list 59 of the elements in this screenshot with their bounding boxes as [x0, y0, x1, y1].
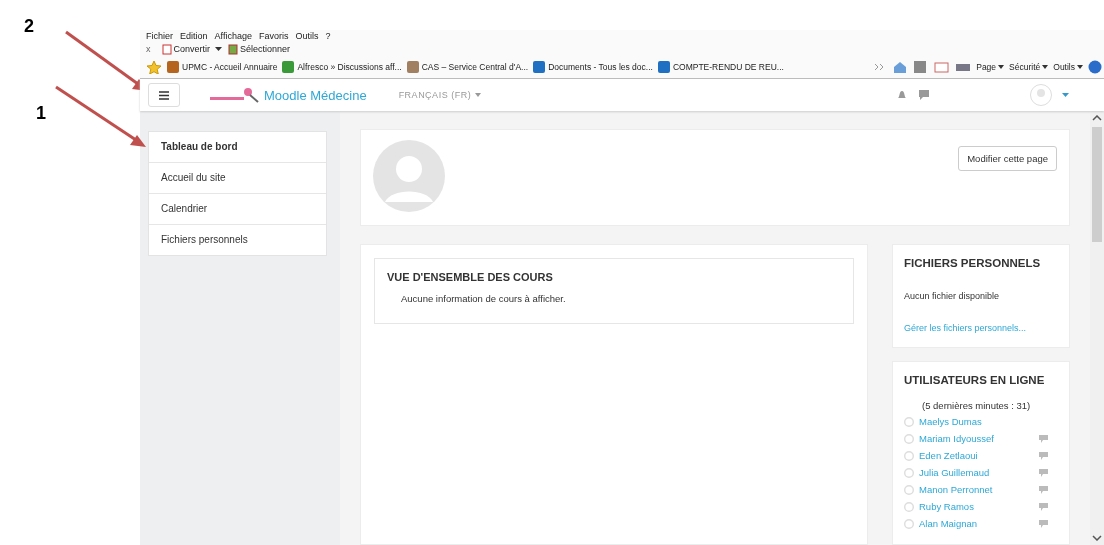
menu-item[interactable]: Affichage [214, 31, 252, 41]
favorite-link[interactable]: COMPTE-RENDU DE REU... [657, 61, 784, 73]
user-icon [904, 467, 914, 478]
favorite-link[interactable]: Documents - Tous les doc... [533, 61, 653, 73]
menu-item[interactable]: Fichier [146, 31, 173, 41]
chevron-up-icon[interactable] [1092, 115, 1102, 121]
caret-icon[interactable] [998, 64, 1005, 70]
menu-button[interactable] [148, 83, 180, 107]
user-icon [904, 484, 914, 495]
menu-item[interactable]: Edition [180, 31, 208, 41]
caret-icon[interactable] [1077, 64, 1083, 70]
message-icon[interactable] [1039, 485, 1048, 494]
convert-button[interactable]: Convertir [161, 43, 210, 55]
message-icon[interactable] [1039, 519, 1048, 528]
message-icon[interactable] [1039, 451, 1048, 460]
block-title: UTILISATEURS EN LIGNE [904, 374, 1046, 386]
sidebar-item[interactable]: Fichiers personnels [149, 224, 326, 255]
favorite-link[interactable]: CAS – Service Central d'A... [406, 61, 529, 73]
message-icon[interactable] [1039, 468, 1048, 477]
panel-title: VUE D'ENSEMBLE DES COURS [387, 271, 554, 283]
edit-page-button[interactable]: Modifier cette page [958, 146, 1057, 171]
annotation-number: 1 [36, 103, 46, 124]
avatar-icon [373, 140, 445, 212]
users-count: (5 dernières minutes : 31) [922, 400, 1032, 411]
caret-icon[interactable] [1042, 64, 1049, 70]
empty-message: Aucun fichier disponible [904, 291, 1001, 301]
menu-item[interactable]: Favoris [258, 31, 289, 41]
user-icon [904, 501, 914, 512]
close-button[interactable]: x [146, 44, 151, 54]
chat-icon[interactable] [918, 89, 930, 101]
sidebar-item[interactable]: Tableau de bord [149, 132, 326, 162]
menu-icon [159, 90, 169, 100]
home-icon[interactable] [892, 60, 909, 74]
select-button[interactable]: Sélectionner [228, 43, 291, 55]
annotation-number: 2 [24, 16, 34, 37]
message-icon[interactable] [1039, 434, 1048, 443]
scroll-thumb[interactable] [1092, 127, 1102, 242]
menu-item[interactable]: Outils [295, 31, 319, 41]
chevron-down-icon[interactable] [1092, 535, 1102, 541]
command-menu[interactable]: Page [976, 62, 997, 72]
user-icon [904, 433, 914, 444]
sidebar-item[interactable]: Accueil du site [149, 162, 326, 193]
logo-drawing [210, 87, 260, 103]
favorite-link[interactable]: Alfresco » Discussions aff... [282, 61, 402, 73]
menu-item[interactable]: ? [325, 31, 331, 41]
block-title: FICHIERS PERSONNELS [904, 257, 1042, 269]
sidebar-item[interactable]: Calendrier [149, 193, 326, 224]
favorite-link[interactable]: UPMC - Accueil Annuaire [167, 61, 278, 73]
scrollbar[interactable] [1090, 111, 1104, 545]
user-icon [904, 518, 914, 529]
user-icon [904, 416, 914, 427]
command-menu[interactable]: Outils [1053, 62, 1075, 72]
empty-message: Aucune information de cours à afficher. [401, 293, 567, 304]
bell-icon[interactable] [896, 89, 908, 101]
star-icon[interactable] [146, 60, 162, 74]
message-icon[interactable] [1039, 502, 1048, 511]
command-menu[interactable]: Sécurité [1009, 62, 1041, 72]
user-icon [904, 450, 914, 461]
caret-icon[interactable] [215, 46, 223, 52]
